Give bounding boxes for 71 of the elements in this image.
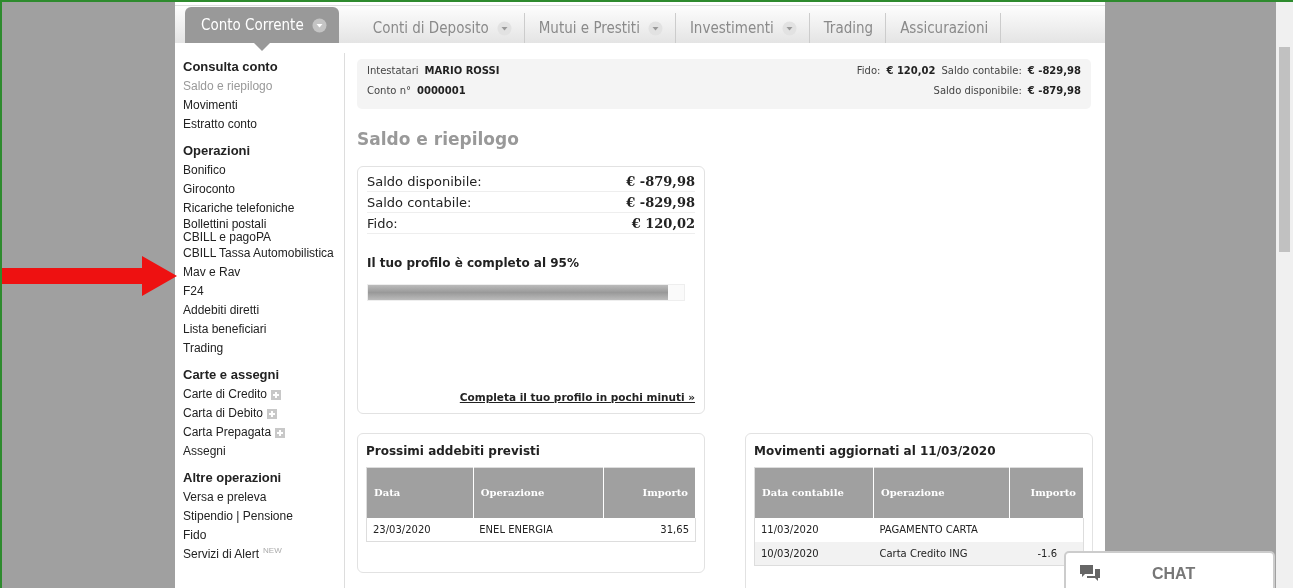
- dropdown-icon: [311, 17, 327, 33]
- scrollbar[interactable]: [1276, 2, 1293, 588]
- card-title: Prossimi addebiti previsti: [366, 444, 541, 458]
- sidebar-heading: Carte e assegni: [183, 366, 281, 384]
- table-cell: 10/03/2020: [754, 541, 874, 566]
- arrow-icon: [2, 256, 177, 296]
- sidebar-item[interactable]: Carta di Debito: [183, 404, 344, 423]
- new-label: NEW: [263, 546, 282, 555]
- column-header: Importo: [603, 467, 696, 518]
- summary-value: € -879,98: [626, 174, 695, 189]
- profile-status: Il tuo profilo è completo al 95%: [367, 256, 580, 270]
- sidebar-item[interactable]: Stipendio | Pensione: [183, 507, 344, 526]
- summary-label: Saldo contabile:: [367, 195, 472, 210]
- summary-label: Fido:: [367, 216, 398, 231]
- chat-icon: [1080, 565, 1100, 583]
- sidebar-heading: Consulta conto: [183, 58, 279, 76]
- card-title: Movimenti aggiornati al 11/03/2020: [754, 444, 997, 458]
- holder-name: MARIO ROSSI: [424, 65, 500, 76]
- sidebar-item[interactable]: Lista beneficiari: [183, 320, 344, 339]
- sidebar-heading: Altre operazioni: [183, 469, 283, 487]
- fido-value: € 120,02: [886, 65, 936, 76]
- profile-link[interactable]: Completa il tuo profilo in pochi minuti »: [367, 391, 695, 403]
- account-label: Conto n°: [367, 85, 411, 96]
- summary-value: € -829,98: [626, 195, 695, 210]
- chat-button[interactable]: CHAT: [1064, 551, 1275, 588]
- dropdown-icon: [496, 20, 512, 36]
- dropdown-icon: [647, 20, 663, 36]
- column-header: Importo: [1009, 467, 1084, 518]
- sidebar-heading: Operazioni: [183, 142, 252, 160]
- sidebar-item[interactable]: Versa e preleva: [183, 488, 344, 507]
- column-header: Operazione: [473, 467, 604, 518]
- column-header: Data: [366, 467, 474, 518]
- sidebar-item[interactable]: Carta Prepagata: [183, 423, 344, 442]
- sidebar-item[interactable]: Bollettini postali CBILL e pagoPA: [183, 218, 344, 244]
- table-cell: ENEL ENERGIA: [473, 517, 604, 542]
- sidebar-item[interactable]: Estratto conto: [183, 115, 344, 134]
- dropdown-icon: [781, 20, 797, 36]
- balance-label: Saldo contabile:: [941, 65, 1022, 76]
- sidebar-item[interactable]: Servizi di Alert NEW: [183, 545, 344, 564]
- column-header: Operazione: [873, 467, 1010, 518]
- sidebar-item[interactable]: Carte di Credito: [183, 385, 344, 404]
- plus-icon[interactable]: [271, 389, 282, 400]
- sidebar-item[interactable]: Assegni: [183, 442, 344, 461]
- table-cell: PAGAMENTO CARTA: [873, 517, 1010, 542]
- column-header: Data contabile: [754, 467, 874, 518]
- plus-icon[interactable]: [267, 408, 278, 419]
- tab-pointer: [253, 43, 270, 51]
- table-cell: 31,65: [603, 517, 696, 542]
- summary-value: € 120,02: [631, 216, 695, 231]
- sidebar-item[interactable]: Ricariche telefoniche: [183, 199, 344, 218]
- sidebar-item[interactable]: Bonifico: [183, 161, 344, 180]
- table-cell: 11/03/2020: [754, 517, 874, 542]
- sidebar-item[interactable]: Movimenti: [183, 96, 344, 115]
- table-cell: Carta Credito ING: [873, 541, 1010, 566]
- sidebar-item[interactable]: F24: [183, 282, 344, 301]
- table-cell: 23/03/2020: [366, 517, 474, 542]
- account-number: 0000001: [417, 85, 466, 96]
- sidebar-item[interactable]: Giroconto: [183, 180, 344, 199]
- sidebar-item[interactable]: Mav e Rav: [183, 263, 344, 282]
- holder-label: Intestatari: [367, 65, 419, 76]
- available-label: Saldo disponibile:: [933, 85, 1022, 96]
- sidebar-item[interactable]: Addebiti diretti: [183, 301, 344, 320]
- summary-label: Saldo disponibile:: [367, 174, 482, 189]
- sidebar-item[interactable]: Fido: [183, 526, 344, 545]
- page-title: Saldo e riepilogo: [357, 129, 520, 149]
- sidebar-item[interactable]: CBILL Tassa Automobilistica: [183, 244, 344, 263]
- available-value: € -879,98: [1027, 85, 1081, 96]
- fido-label: Fido:: [856, 65, 881, 76]
- plus-icon[interactable]: [275, 427, 286, 438]
- balance-value: € -829,98: [1027, 65, 1081, 76]
- sidebar-item[interactable]: Trading: [183, 339, 344, 358]
